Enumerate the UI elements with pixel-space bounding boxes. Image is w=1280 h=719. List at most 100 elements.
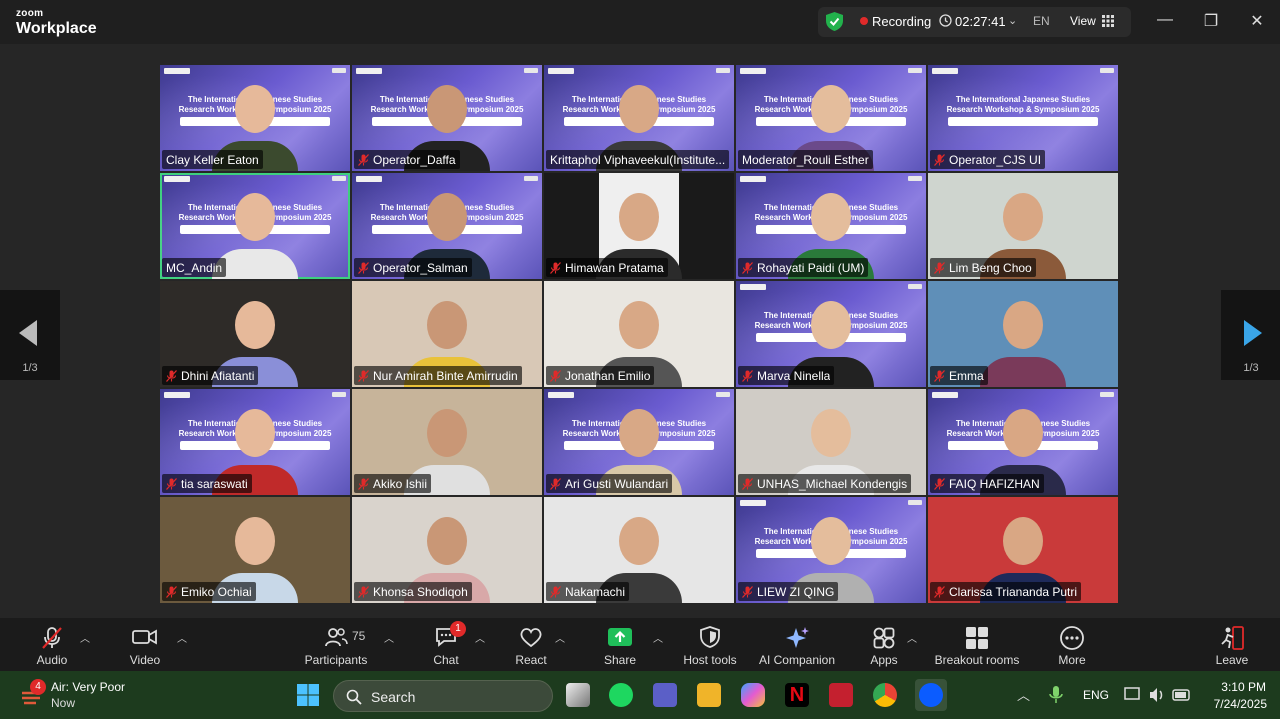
restore-button[interactable]: ❐ xyxy=(1201,11,1221,31)
participant-tile[interactable]: The International Japanese StudiesResear… xyxy=(736,281,926,387)
participant-tile[interactable]: Emiko Ochiai xyxy=(160,497,350,603)
video-button[interactable]: Video xyxy=(121,618,169,671)
share-button[interactable]: Share xyxy=(598,618,642,671)
chat-options-caret[interactable]: ︿ xyxy=(473,618,487,671)
react-button[interactable]: React xyxy=(508,618,554,671)
more-label: More xyxy=(1058,653,1086,667)
banner-logos xyxy=(932,392,958,398)
participant-nameplate: tia saraswati xyxy=(162,474,252,493)
task-view-icon[interactable] xyxy=(566,683,590,707)
participants-options-caret[interactable]: ︿ xyxy=(382,618,396,671)
clock-time[interactable]: 3:10 PM xyxy=(1214,680,1266,694)
participant-tile[interactable]: The International Japanese StudiesResear… xyxy=(160,389,350,495)
chat-button[interactable]: 1 Chat xyxy=(424,618,468,671)
microphone-icon[interactable] xyxy=(1049,685,1063,705)
more-button[interactable]: More xyxy=(1050,618,1094,671)
breakout-rooms-button[interactable]: Breakout rooms xyxy=(930,618,1024,671)
participants-label: Participants xyxy=(304,653,368,667)
participant-name: Khonsa Shodiqoh xyxy=(373,584,468,599)
participant-name: MC_Andin xyxy=(166,260,223,275)
participant-video-face xyxy=(619,409,659,457)
spotify-icon[interactable] xyxy=(609,683,633,707)
battery-icon[interactable] xyxy=(1172,687,1192,703)
banner-logos xyxy=(356,68,382,74)
participant-tile[interactable]: Jonathan Emilio xyxy=(544,281,734,387)
participant-tile[interactable]: Clarissa Triananda Putri xyxy=(928,497,1118,603)
participant-tile[interactable]: The International Japanese StudiesResear… xyxy=(736,173,926,279)
participant-tile[interactable]: Lim Beng Choo xyxy=(928,173,1118,279)
participant-tile[interactable]: The International Japanese StudiesResear… xyxy=(736,65,926,171)
chevron-down-icon[interactable]: ⌄ xyxy=(1008,14,1017,27)
participant-tile[interactable]: The International Japanese StudiesResear… xyxy=(160,65,350,171)
participant-nameplate: Operator_CJS UI xyxy=(930,150,1046,169)
participant-tile[interactable]: UNHAS_Michael Kondengis xyxy=(736,389,926,495)
share-options-caret[interactable]: ︿ xyxy=(651,618,665,671)
participant-tile[interactable]: The International Japanese StudiesResear… xyxy=(352,173,542,279)
file-explorer-icon[interactable] xyxy=(697,683,721,707)
participant-tile[interactable]: Dhini Afiatanti xyxy=(160,281,350,387)
security-shield-icon[interactable] xyxy=(826,12,843,31)
app-icon-red[interactable] xyxy=(829,683,853,707)
recording-label[interactable]: Recording xyxy=(872,14,931,29)
apps-options-caret[interactable]: ︿ xyxy=(905,618,919,671)
participant-tile[interactable]: The International Japanese StudiesResear… xyxy=(544,65,734,171)
zoom-taskbar-button[interactable] xyxy=(915,679,947,711)
leave-button[interactable]: Leave xyxy=(1210,618,1254,671)
audio-button[interactable]: Audio xyxy=(28,618,76,671)
participant-video-face xyxy=(427,517,467,565)
previous-page-button[interactable]: 1/3 xyxy=(0,290,60,380)
participant-nameplate: Rohayati Paidi (UM) xyxy=(738,258,869,277)
participant-tile[interactable]: Khonsa Shodiqoh xyxy=(352,497,542,603)
chrome-icon[interactable] xyxy=(873,683,897,707)
participant-video-face xyxy=(235,301,275,349)
participant-tile[interactable]: Himawan Pratama xyxy=(544,173,734,279)
participant-tile[interactable]: The International Japanese StudiesResear… xyxy=(928,389,1118,495)
close-button[interactable]: ✕ xyxy=(1247,11,1267,31)
ai-companion-button[interactable]: AI Companion xyxy=(754,618,840,671)
weather-line1[interactable]: Air: Very Poor xyxy=(51,680,125,694)
host-tools-button[interactable]: Host tools xyxy=(678,618,742,671)
chevron-up-icon: ︿ xyxy=(653,634,663,645)
chevron-up-icon[interactable]: ︿ xyxy=(1017,685,1030,704)
participant-tile[interactable]: Nakamachi xyxy=(544,497,734,603)
banner-logo xyxy=(908,284,922,289)
video-options-caret[interactable]: ︿ xyxy=(175,618,189,671)
participants-button[interactable]: 75 Participants xyxy=(300,618,372,671)
microphone-muted-icon xyxy=(358,261,369,274)
view-button[interactable]: View xyxy=(1070,14,1096,28)
banner-logos xyxy=(548,68,574,74)
audio-options-caret[interactable]: ︿ xyxy=(78,618,92,671)
grid-view-icon[interactable] xyxy=(1102,15,1114,27)
windows-start-icon[interactable] xyxy=(296,683,320,707)
participant-video-face xyxy=(619,301,659,349)
display-icon[interactable] xyxy=(1124,686,1142,704)
participant-tile[interactable]: Emma xyxy=(928,281,1118,387)
react-options-caret[interactable]: ︿ xyxy=(553,618,567,671)
apps-button[interactable]: Apps xyxy=(862,618,906,671)
leave-icon xyxy=(1221,626,1244,650)
teams-icon[interactable] xyxy=(653,683,677,707)
participant-tile[interactable]: Akiko Ishii xyxy=(352,389,542,495)
minimize-button[interactable]: — xyxy=(1155,11,1175,29)
next-page-button[interactable]: 1/3 xyxy=(1221,290,1280,380)
participant-tile[interactable]: The International Japanese StudiesResear… xyxy=(544,389,734,495)
participant-tile[interactable]: The International Japanese StudiesResear… xyxy=(736,497,926,603)
participant-tile[interactable]: The International Japanese StudiesResear… xyxy=(352,65,542,171)
taskbar-search-box[interactable]: Search xyxy=(333,680,553,712)
banner-logos xyxy=(740,284,766,290)
volume-icon[interactable] xyxy=(1148,686,1166,704)
participant-tile[interactable]: The International Japanese StudiesResear… xyxy=(928,65,1118,171)
clock-date[interactable]: 7/24/2025 xyxy=(1197,697,1267,711)
participant-name: Moderator_Rouli Esther xyxy=(742,152,869,167)
banner-logo xyxy=(716,68,730,73)
netflix-icon[interactable]: N xyxy=(785,683,809,707)
participant-nameplate: LIEW ZI QING xyxy=(738,582,839,601)
copilot-icon[interactable] xyxy=(741,683,765,707)
language-button[interactable]: EN xyxy=(1033,14,1050,28)
microphone-muted-icon xyxy=(934,153,945,166)
participant-tile[interactable]: Nur Amirah Binte Amirrudin xyxy=(352,281,542,387)
chevron-right-icon xyxy=(1244,320,1262,346)
participant-tile[interactable]: The International Japanese StudiesResear… xyxy=(160,173,350,279)
participant-nameplate: Emma xyxy=(930,366,988,385)
input-language[interactable]: ENG xyxy=(1083,688,1109,702)
